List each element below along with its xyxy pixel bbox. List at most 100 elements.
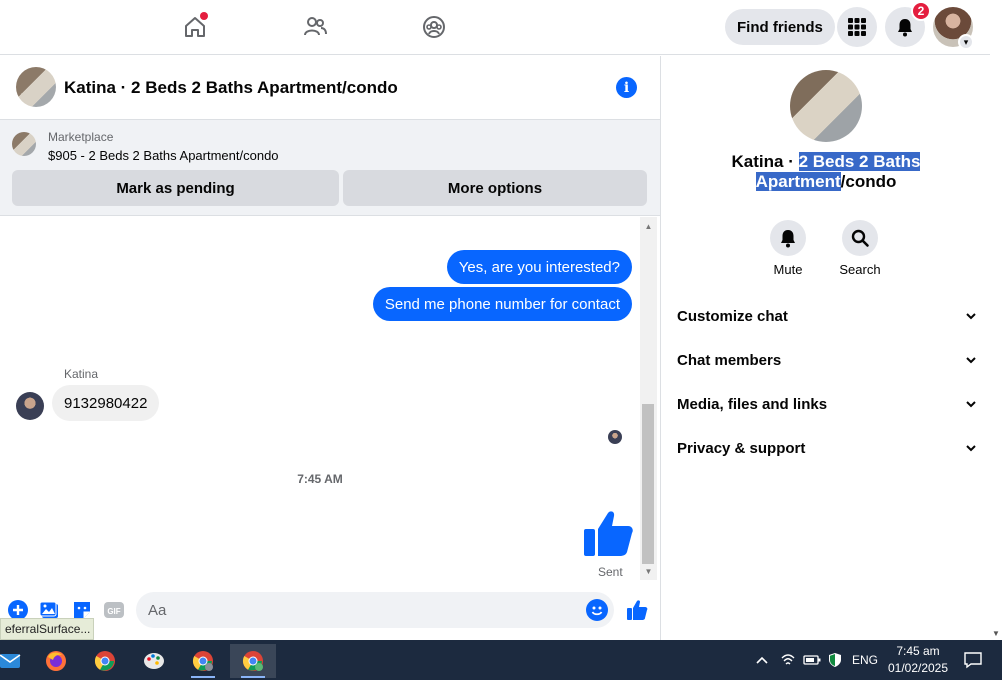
- section-label: Customize chat: [677, 307, 788, 325]
- search-button[interactable]: [842, 220, 878, 256]
- incoming-message[interactable]: 9132980422: [52, 385, 160, 421]
- firefox-icon: [46, 651, 66, 671]
- search-action[interactable]: Search: [830, 220, 890, 277]
- section-label: Chat members: [677, 351, 782, 369]
- home-nav-button[interactable]: [178, 10, 212, 44]
- active-indicator: [241, 676, 265, 678]
- security-status[interactable]: [827, 640, 843, 680]
- smiley-icon: [591, 606, 603, 616]
- chevron-down-icon: [966, 401, 976, 408]
- battery-icon: [803, 655, 821, 665]
- gif-icon: GIF: [104, 602, 124, 618]
- status-tooltip: eferralSurface...: [0, 618, 94, 640]
- mute-label: Mute: [773, 262, 803, 277]
- shield-icon: [829, 653, 841, 667]
- scroll-up-arrow[interactable]: ▲: [640, 219, 657, 233]
- scroll-down-arrow[interactable]: ▼: [640, 564, 657, 578]
- firefox-app[interactable]: [36, 644, 76, 678]
- chat-title[interactable]: Katina · 2 Beds 2 Baths Apartment/condo: [64, 78, 398, 98]
- conversation-info-panel: Katina · 2 Beds 2 Baths Apartment/condo …: [660, 56, 990, 640]
- emoji-icon[interactable]: [586, 599, 608, 621]
- more-options-button[interactable]: More options: [343, 170, 647, 206]
- mail-icon: [0, 654, 21, 668]
- listing-small-thumbnail: [12, 132, 36, 156]
- mute-action[interactable]: Mute: [758, 220, 818, 277]
- gif-text: GIF: [107, 607, 120, 616]
- sent-status: Sent: [598, 565, 623, 579]
- friends-nav-button[interactable]: [298, 10, 332, 44]
- clock-date: 01/02/2025: [887, 661, 949, 675]
- taskbar: ENG 7:45 am 01/02/2025: [0, 640, 1002, 680]
- listing-price-title[interactable]: $905 - 2 Beds 2 Baths Apartment/condo: [48, 148, 279, 163]
- wifi-icon: [781, 654, 795, 665]
- panel-title-part: /condo: [840, 172, 897, 191]
- page-scrollbar[interactable]: ▼: [990, 56, 1002, 640]
- message-timestamp: 7:45 AM: [297, 472, 343, 486]
- chrome-icon: [192, 651, 213, 671]
- find-friends-button[interactable]: Find friends: [725, 9, 835, 45]
- outgoing-message[interactable]: Yes, are you interested?: [446, 250, 632, 284]
- scroll-down-arrow[interactable]: ▼: [990, 628, 1002, 638]
- marketplace-label: Marketplace: [48, 130, 114, 144]
- running-indicator: [191, 676, 215, 678]
- sender-name: Katina: [64, 367, 99, 381]
- thumbs-up-icon[interactable]: [582, 507, 634, 559]
- mute-button[interactable]: [770, 220, 806, 256]
- search-label: Search: [839, 262, 881, 277]
- notification-center-button[interactable]: [963, 640, 983, 680]
- chat-bubble-icon: [964, 652, 982, 669]
- paint-app[interactable]: [134, 644, 174, 678]
- search-icon: [851, 229, 869, 247]
- outgoing-message[interactable]: Send me phone number for contact: [372, 287, 632, 321]
- info-icon[interactable]: i: [616, 77, 637, 98]
- message-composer: GIF: [0, 582, 660, 640]
- menu-button[interactable]: [837, 7, 877, 47]
- section-media-files-links[interactable]: Media, files and links: [677, 382, 977, 426]
- groups-nav-button[interactable]: [417, 10, 451, 44]
- chrome-app[interactable]: [85, 644, 125, 678]
- panel-title-part: Katina ·: [731, 152, 799, 171]
- chevron-down-icon[interactable]: ▾: [958, 34, 974, 50]
- groups-icon: [423, 16, 445, 38]
- bell-icon: [898, 19, 912, 37]
- message-input[interactable]: [148, 592, 578, 628]
- section-label: Privacy & support: [677, 439, 806, 457]
- language-indicator[interactable]: ENG: [852, 640, 878, 680]
- chevron-down-icon: [966, 313, 976, 320]
- section-chat-members[interactable]: Chat members: [677, 338, 977, 382]
- listing-avatar-large[interactable]: [790, 70, 862, 142]
- paint-palette-icon: [144, 653, 164, 669]
- gif-button[interactable]: GIF: [103, 599, 125, 621]
- show-hidden-icons-button[interactable]: [754, 640, 770, 680]
- section-privacy-support[interactable]: Privacy & support: [677, 426, 977, 470]
- notifications-button[interactable]: 2: [885, 1, 931, 47]
- battery-status[interactable]: [803, 640, 821, 680]
- sender-avatar[interactable]: [16, 392, 44, 420]
- section-customize-chat[interactable]: Customize chat: [677, 294, 977, 338]
- marketplace-banner: Marketplace $905 - 2 Beds 2 Baths Apartm…: [0, 120, 660, 216]
- grid-menu-icon: [848, 18, 866, 36]
- chrome-profile-app[interactable]: [183, 644, 223, 678]
- friends-icon: [304, 17, 327, 36]
- chat-header: Katina · 2 Beds 2 Baths Apartment/condo …: [0, 56, 660, 120]
- mail-app[interactable]: [0, 644, 30, 678]
- system-clock[interactable]: 7:45 am 01/02/2025: [882, 643, 954, 677]
- seen-indicator-avatar: [608, 430, 622, 444]
- top-nav-bar: Find friends 2 ▾: [0, 0, 990, 55]
- listing-thumbnail[interactable]: [16, 67, 56, 107]
- message-list: Yes, are you interested? Send me phone n…: [0, 217, 640, 582]
- clock-time: 7:45 am: [896, 644, 940, 658]
- chevron-up-icon: [756, 656, 768, 664]
- send-like-button[interactable]: [626, 599, 648, 621]
- new-activity-dot: [200, 12, 208, 20]
- chrome-active-app[interactable]: [230, 644, 276, 678]
- section-label: Media, files and links: [677, 395, 828, 413]
- scroll-thumb[interactable]: [642, 404, 654, 564]
- chevron-down-icon: [966, 357, 976, 364]
- chrome-icon: [94, 651, 115, 671]
- message-scrollbar[interactable]: ▲ ▼: [640, 217, 657, 580]
- chrome-icon: [242, 651, 263, 671]
- network-status[interactable]: [780, 640, 796, 680]
- mark-as-pending-button[interactable]: Mark as pending: [12, 170, 339, 206]
- message-input-box[interactable]: [136, 592, 614, 628]
